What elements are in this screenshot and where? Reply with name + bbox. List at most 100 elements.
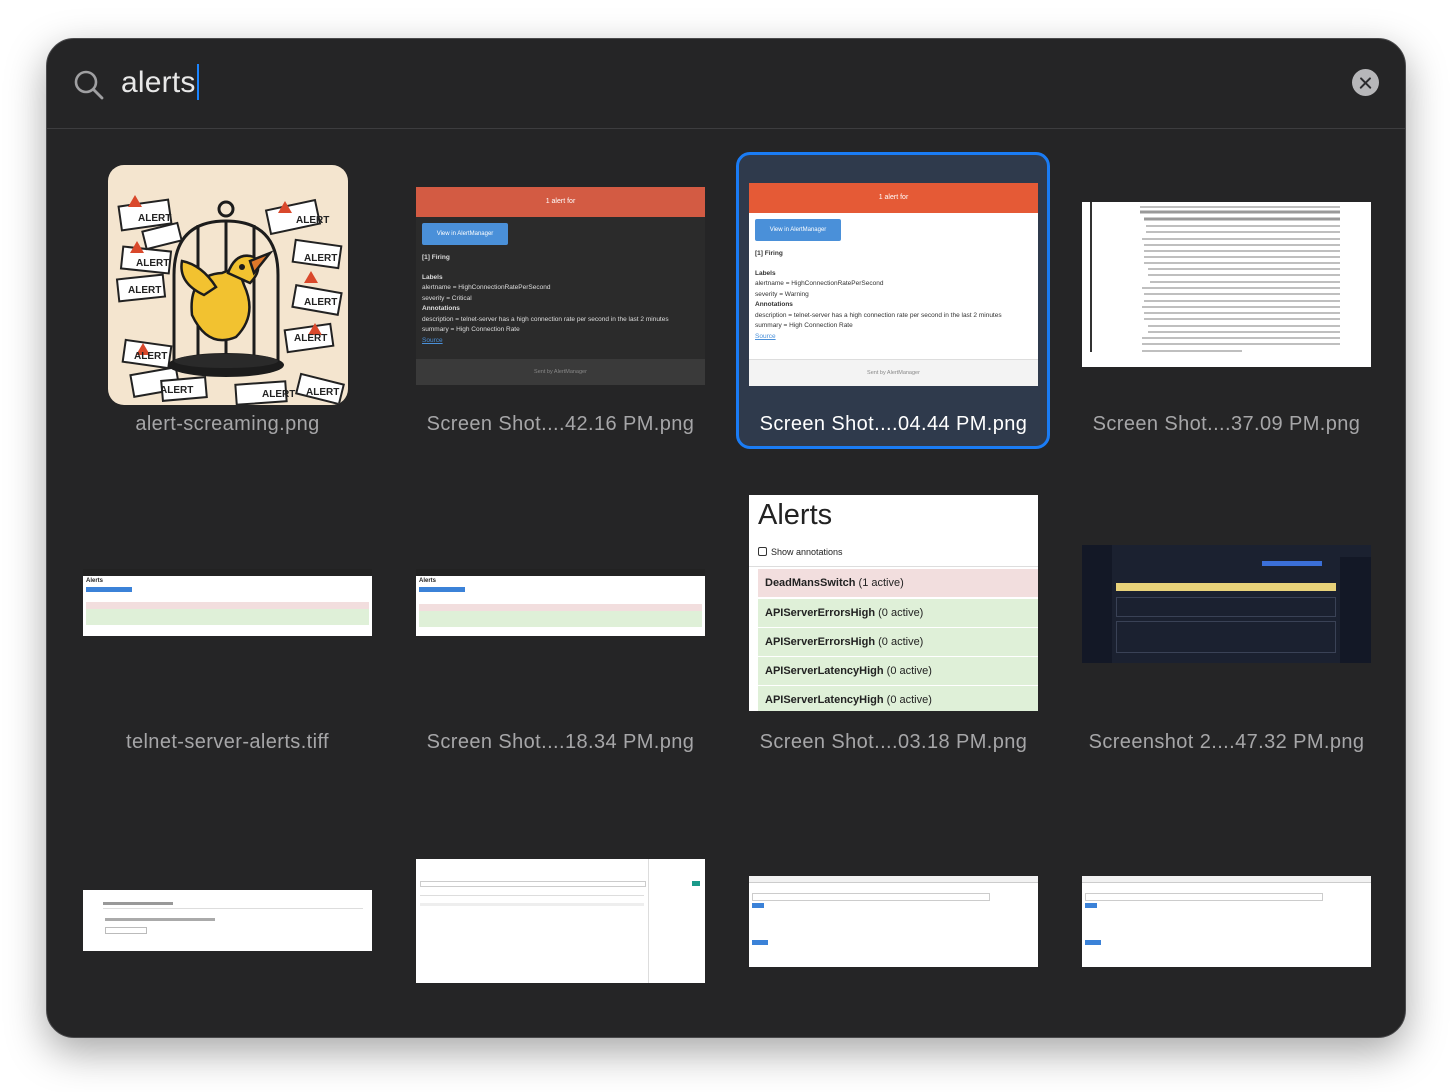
result-label: Screen Shot....03.18 PM.png <box>759 731 1028 753</box>
page-title: Alerts <box>86 578 104 584</box>
rule-count: (0 active) <box>878 636 924 648</box>
nav-bar <box>749 876 1038 883</box>
tag <box>105 927 147 934</box>
alertname-line: alertname = HighConnectionRatePerSecond <box>755 280 884 287</box>
execute-button <box>692 881 700 886</box>
alert-sign-text: ALERT <box>136 258 169 269</box>
rule-name: APIServerErrorsHigh <box>765 636 876 648</box>
search-bar[interactable]: alerts <box>47 39 1405 129</box>
expression-input <box>1085 893 1323 901</box>
alert-sign-text: ALERT <box>296 215 329 226</box>
show-annotations-checkbox: Show annotations <box>758 547 843 557</box>
summary-line: summary = High Connection Rate <box>422 326 520 333</box>
add-panel-button <box>1085 940 1101 945</box>
table-header <box>420 895 644 896</box>
search-query-text: alerts <box>121 66 196 99</box>
annotations-heading: Annotations <box>422 305 460 312</box>
alert-sign-text: ALERT <box>304 297 337 308</box>
result-thumbnail: Alerts <box>83 569 372 636</box>
labels-heading: Labels <box>755 269 776 277</box>
screaming-bird-illustration: ALERT ALERT ALERT ALERT ALERT ALERT ALER… <box>115 195 345 405</box>
nav-bar <box>1082 876 1371 883</box>
panel-divider <box>648 859 649 983</box>
view-in-alertmanager-button: View in AlertManager <box>422 223 508 245</box>
severity-line: severity = Warning <box>755 290 809 298</box>
query-input <box>420 881 646 887</box>
alert-sign-text: ALERT <box>128 285 161 296</box>
right-panel <box>1340 557 1371 663</box>
alert-sign-text: ALERT <box>262 389 295 400</box>
alert-row-inactive <box>419 611 702 619</box>
add-panel-button <box>752 940 768 945</box>
alert-sign-text: ALERT <box>306 387 339 398</box>
tab-row <box>103 902 173 905</box>
toolbar-buttons <box>1262 561 1322 566</box>
alert-sign-text: ALERT <box>294 333 327 344</box>
firing-count: [1] Firing <box>422 254 450 261</box>
description-line: description = telnet-server has a high c… <box>422 315 669 323</box>
document-page-preview <box>1090 202 1340 352</box>
search-icon <box>74 70 104 100</box>
alertname-line: alertname = HighConnectionRatePerSecond <box>422 284 551 291</box>
content-card <box>1116 597 1336 617</box>
divider <box>749 566 1038 567</box>
result-label: Screenshot 2....47.32 PM.png <box>1088 731 1365 753</box>
page-title: Alerts <box>419 578 437 584</box>
alert-rule-row: APIServerLatencyHigh (0 active) <box>758 686 1038 711</box>
email-header: 1 alert for <box>416 187 705 217</box>
result-label: Screen Shot....04.44 PM.png <box>759 413 1028 435</box>
clear-search-button[interactable] <box>1352 69 1379 96</box>
severity-line: severity = Critical <box>422 294 472 302</box>
text-line <box>105 918 215 921</box>
alert-rule-row: APIServerErrorsHigh (0 active) <box>758 599 1038 627</box>
result-label: Screen Shot....18.34 PM.png <box>426 731 695 753</box>
content-card <box>1116 621 1336 653</box>
rule-name: APIServerLatencyHigh <box>765 694 884 706</box>
alert-sign-text: ALERT <box>138 213 171 224</box>
result-label: Screen Shot....42.16 PM.png <box>426 413 695 435</box>
expression-input <box>752 893 990 901</box>
alert-row-inactive <box>86 609 369 617</box>
source-link: Source <box>422 336 443 344</box>
spotlight-window: alerts ALERT ALERT ALERT ALERT ALERT ALE… <box>46 38 1406 1038</box>
result-thumbnail: Alerts Show annotations DeadMansSwitch (… <box>749 495 1038 711</box>
result-thumbnail: Alerts <box>416 569 705 636</box>
email-body: [1] Firing Labels alertname = HighConnec… <box>422 253 669 346</box>
filter-buttons <box>86 587 132 592</box>
result-thumbnail <box>1082 202 1371 367</box>
result-label: alert-screaming.png <box>135 413 320 435</box>
rule-name: APIServerLatencyHigh <box>765 665 884 677</box>
result-thumbnail <box>416 859 705 983</box>
result-thumbnail: 1 alert for View in AlertManager [1] Fir… <box>416 187 705 385</box>
alert-rule-row: DeadMansSwitch (1 active) <box>758 569 1038 597</box>
table-row <box>420 903 644 906</box>
page-title: Alerts <box>758 499 833 531</box>
sidebar <box>1082 545 1112 663</box>
result-thumbnail <box>1082 545 1371 663</box>
alert-row-firing <box>419 604 702 611</box>
result-thumbnail <box>83 890 372 951</box>
warning-banner <box>1116 583 1336 591</box>
rule-count: (0 active) <box>886 694 932 706</box>
rule-name: DeadMansSwitch <box>765 577 856 589</box>
alert-row-inactive <box>86 617 369 625</box>
text-caret <box>196 64 199 101</box>
nav-bar <box>416 569 705 576</box>
execute-button <box>752 903 764 908</box>
search-input[interactable]: alerts <box>121 63 199 103</box>
alert-sign-text: ALERT <box>160 385 193 396</box>
divider <box>103 908 363 909</box>
result-thumbnail: ALERT ALERT ALERT ALERT ALERT ALERT ALER… <box>108 165 348 405</box>
annotations-heading: Annotations <box>755 301 793 308</box>
view-in-alertmanager-button: View in AlertManager <box>755 219 841 241</box>
alert-sign-text: ALERT <box>304 253 337 264</box>
filter-buttons <box>419 587 465 592</box>
result-thumbnail <box>1082 876 1371 967</box>
nav-bar <box>83 569 372 576</box>
labels-heading: Labels <box>422 273 443 281</box>
alert-row-inactive <box>419 619 702 627</box>
alert-rule-row: APIServerLatencyHigh (0 active) <box>758 657 1038 685</box>
summary-line: summary = High Connection Rate <box>755 322 853 329</box>
result-thumbnail: 1 alert for View in AlertManager [1] Fir… <box>749 183 1038 386</box>
alert-rule-row: APIServerErrorsHigh (0 active) <box>758 628 1038 656</box>
